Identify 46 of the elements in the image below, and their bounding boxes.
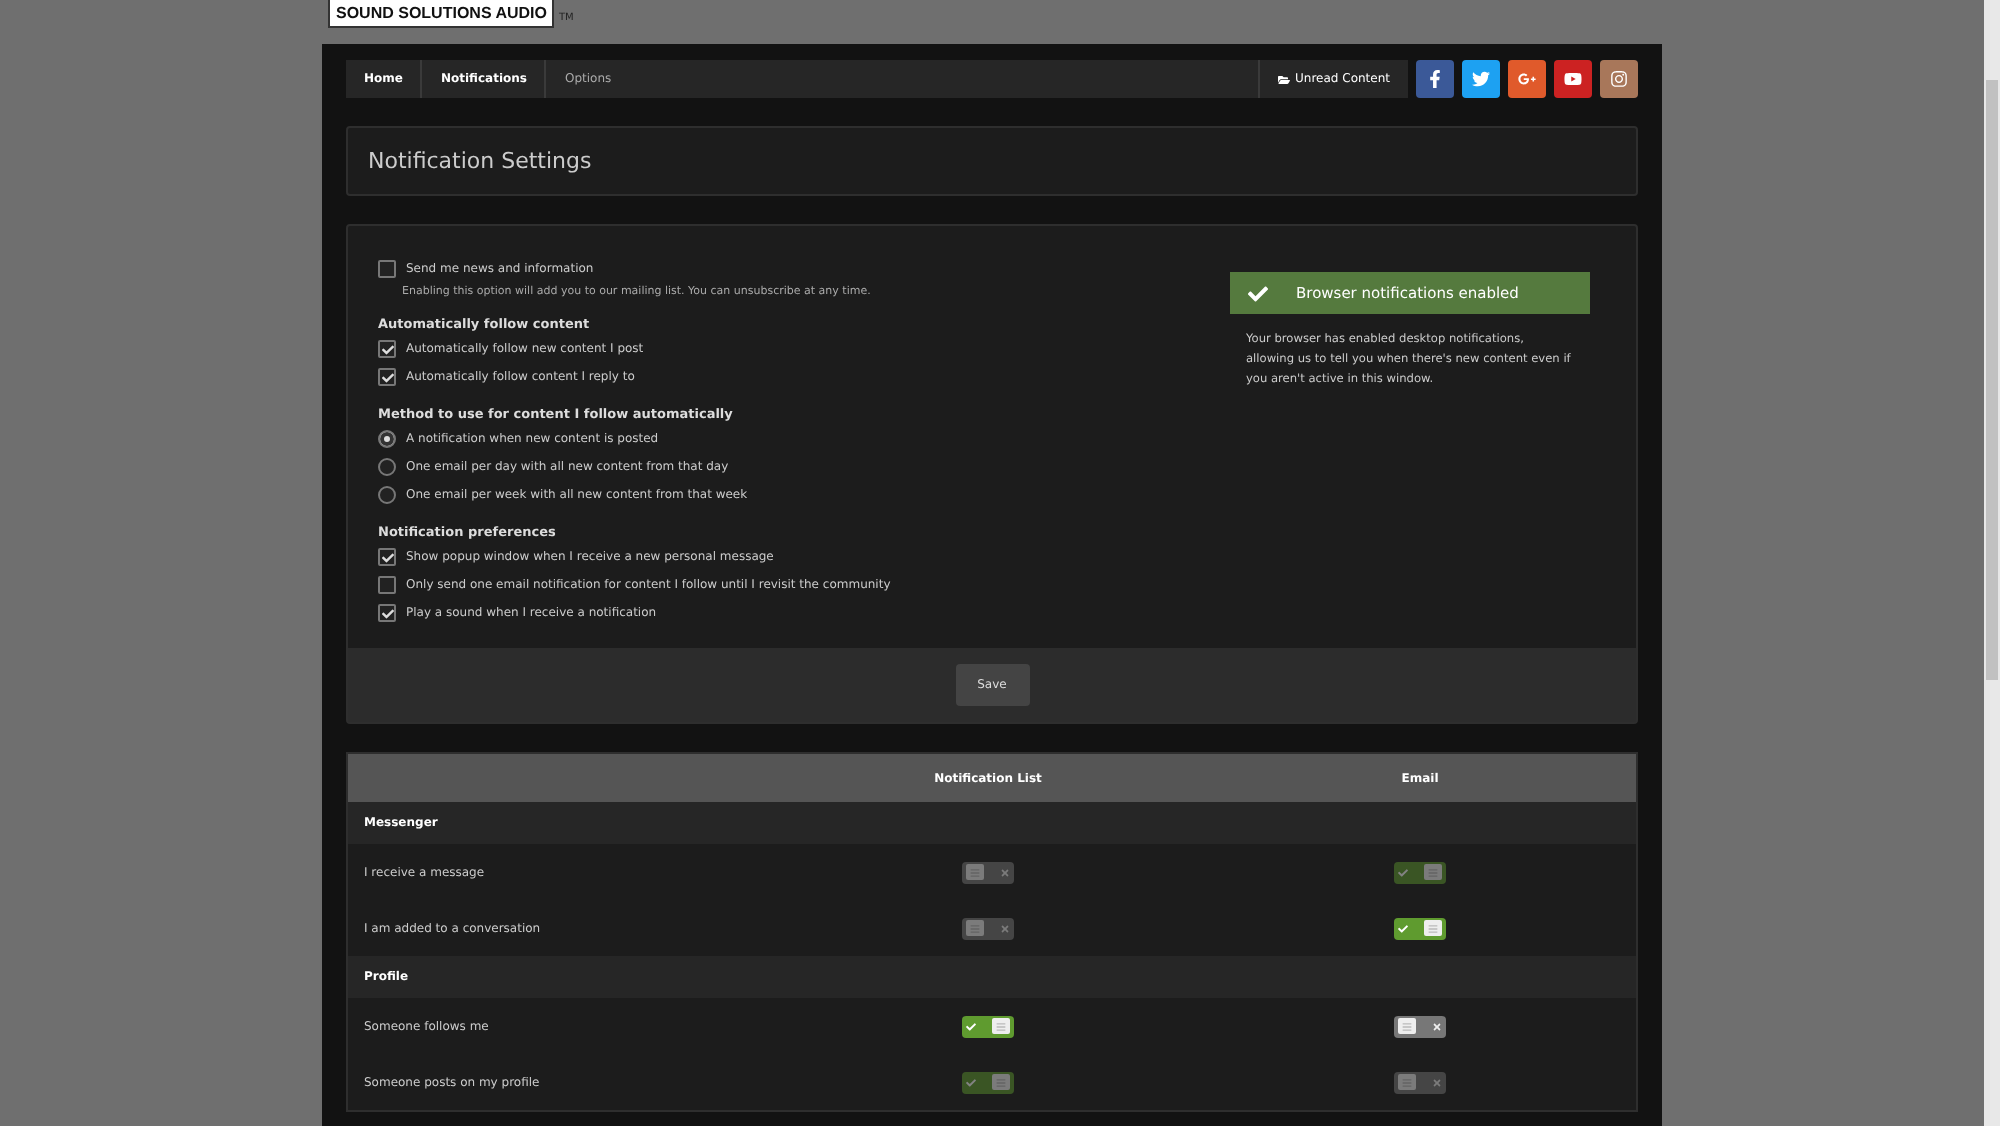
bird-icon [1472,70,1490,88]
grip-icon [1402,1021,1412,1031]
cross-icon [1432,1077,1442,1087]
camera-icon [1610,70,1628,88]
google-plus-icon [1518,70,1536,88]
check-icon [1398,867,1408,877]
folder-icon [1277,73,1290,85]
checkbox[interactable] [378,576,396,594]
check-icon [966,1021,976,1031]
google-button[interactable] [1508,60,1546,98]
toggle-switch[interactable] [1394,1015,1446,1037]
play-icon [1564,70,1582,88]
cross-icon [1000,867,1010,877]
check-icon [1248,283,1268,303]
toggle-switch[interactable] [962,1015,1014,1037]
check-icon [1398,923,1408,933]
check-icon [381,607,393,619]
twitter-button[interactable] [1462,60,1500,98]
grip-icon [1428,867,1438,877]
instagram-button[interactable] [1600,60,1638,98]
check-icon [966,1077,976,1087]
check-icon [381,371,393,383]
checkbox[interactable] [378,340,396,358]
grip-icon [996,1021,1006,1031]
youtube-button[interactable] [1554,60,1592,98]
check-icon [381,551,393,563]
grip-icon [970,867,980,877]
cross-icon [1000,923,1010,933]
cross-icon [1432,1021,1442,1031]
radio-button[interactable] [378,430,396,448]
page-title: Notification Settings [366,146,594,178]
radio-button[interactable] [378,458,396,476]
facebook-icon [1426,70,1444,88]
checkbox[interactable] [378,368,396,386]
grip-icon [970,923,980,933]
grip-icon [1428,923,1438,933]
checkbox[interactable] [378,260,396,278]
grip-icon [996,1077,1006,1087]
grip-icon [1402,1077,1412,1087]
toggle-switch[interactable] [1394,917,1446,939]
checkbox[interactable] [378,548,396,566]
checkbox[interactable] [378,604,396,622]
facebook-button[interactable] [1416,60,1454,98]
check-icon [381,343,393,355]
radio-button[interactable] [378,486,396,504]
logo[interactable]: SOUND SOLUTIONS AUDIO [328,0,555,28]
